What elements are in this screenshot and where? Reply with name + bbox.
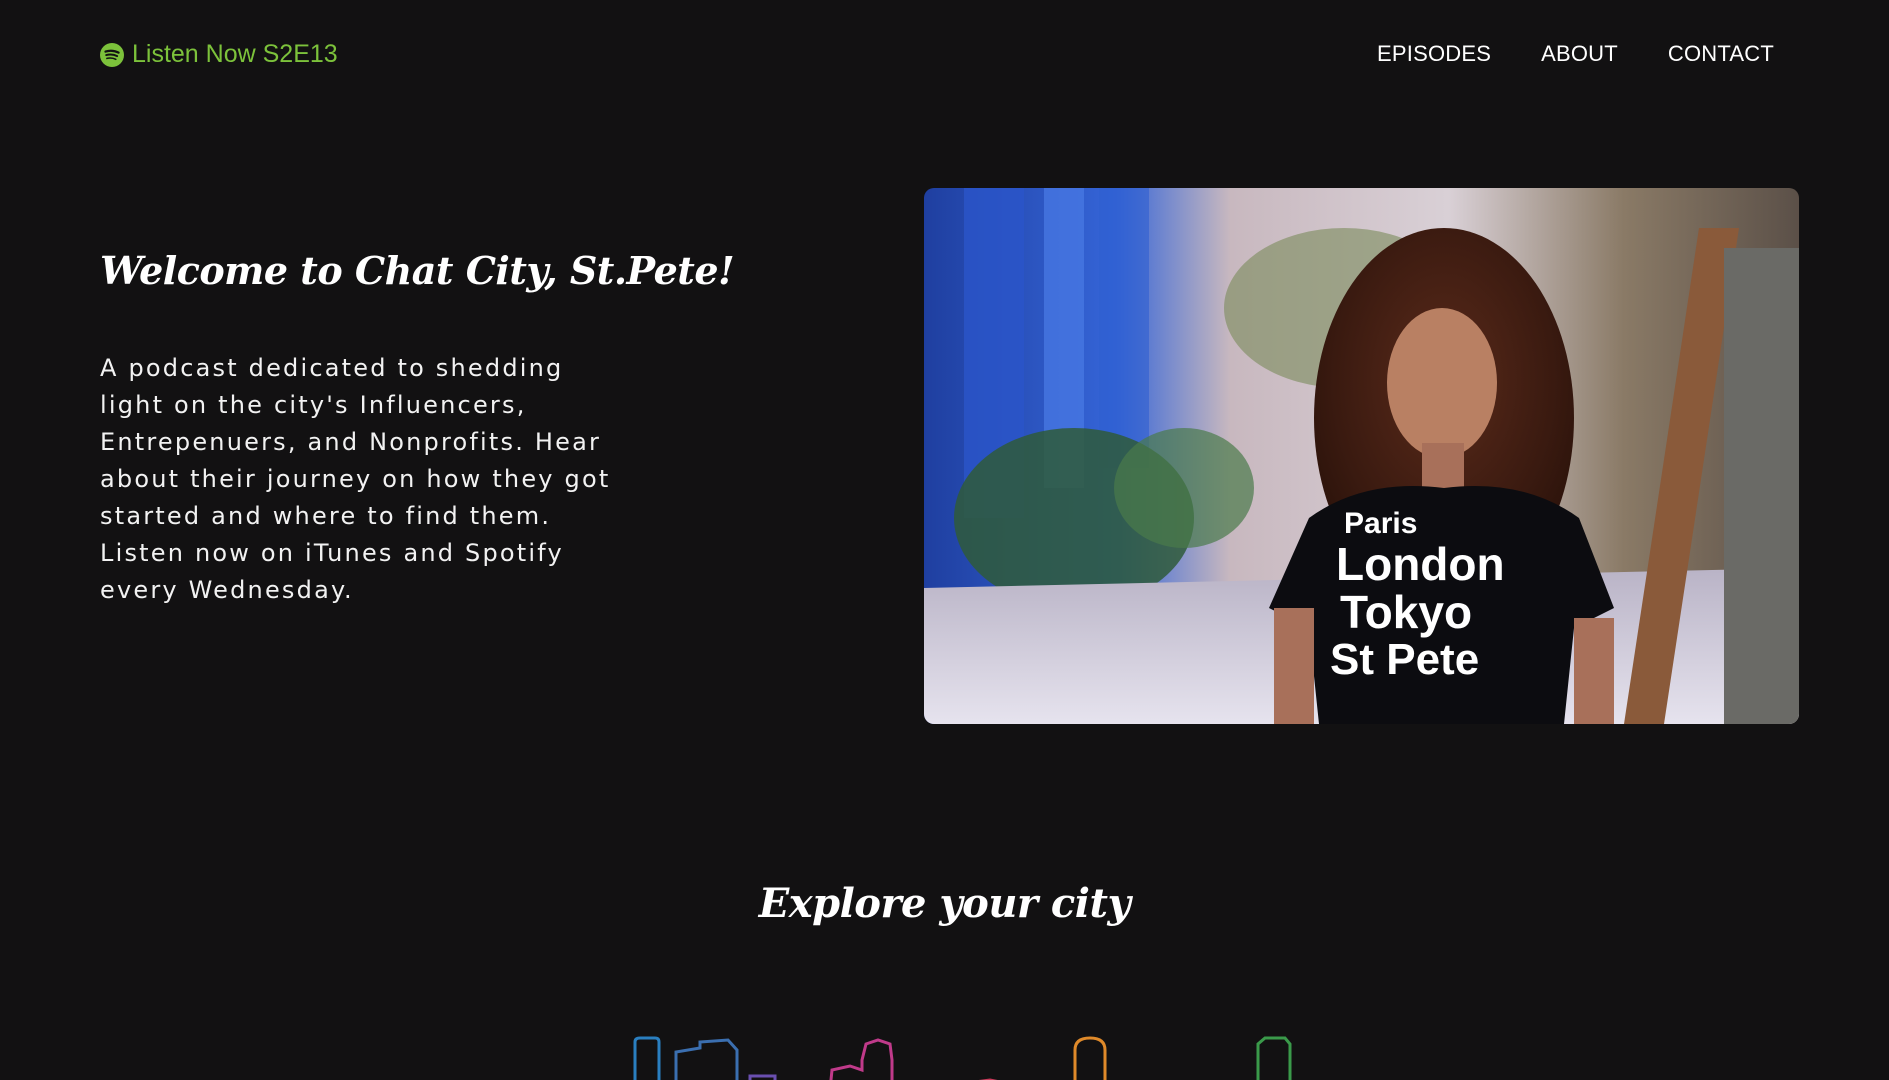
shirt-line-stpete: St Pete — [1330, 635, 1479, 684]
listen-now-link[interactable]: Listen Now S2E13 — [100, 40, 338, 69]
skyline-segment-7 — [1256, 1036, 1292, 1080]
shirt-line-london: London — [1336, 538, 1505, 590]
host-photo: Paris London Tokyo St Pete — [924, 188, 1799, 724]
nav-about[interactable]: ABOUT — [1541, 41, 1618, 67]
spotify-icon — [100, 42, 124, 67]
main-nav: EPISODES ABOUT CONTACT — [1377, 41, 1774, 67]
page: Listen Now S2E13 EPISODES ABOUT CONTACT … — [0, 0, 1889, 1080]
host-photo-illustration: Paris London Tokyo St Pete — [924, 188, 1799, 724]
skyline-segment-6 — [1073, 1036, 1107, 1080]
shirt-line-tokyo: Tokyo — [1340, 586, 1472, 638]
city-skyline-graphic — [633, 1036, 1292, 1080]
skyline-segment-2 — [674, 1038, 739, 1080]
nav-contact[interactable]: CONTACT — [1668, 41, 1774, 67]
listen-now-label: Listen Now S2E13 — [132, 40, 338, 68]
hero-description: A podcast dedicated to shedding light on… — [100, 354, 611, 604]
skyline-segment-1 — [633, 1036, 661, 1080]
skyline-segment-4 — [829, 1038, 894, 1080]
hero-title: Welcome to Chat City, St.Pete! — [100, 248, 735, 293]
shirt-line-paris: Paris — [1344, 507, 1417, 540]
explore-title: Explore your city — [758, 880, 1131, 927]
skyline-segment-3 — [748, 1074, 777, 1080]
nav-episodes[interactable]: EPISODES — [1377, 41, 1491, 67]
